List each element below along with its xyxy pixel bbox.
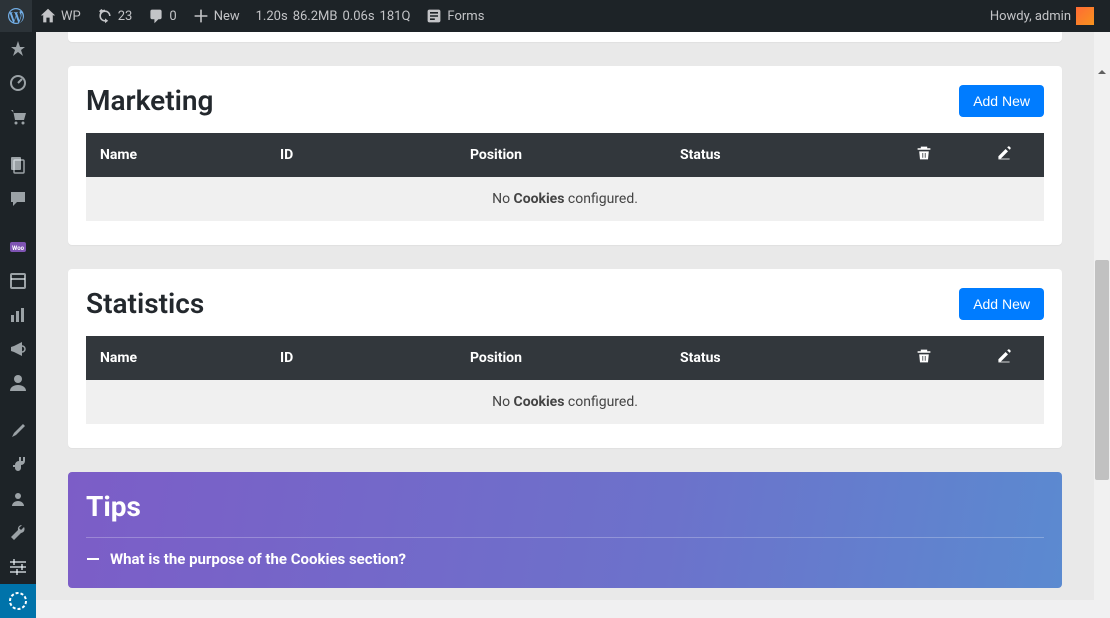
table-head: Name ID Position Status bbox=[86, 133, 1044, 177]
metric-time1: 1.20s bbox=[256, 9, 288, 24]
tips-item-label: What is the purpose of the Cookies secti… bbox=[110, 550, 406, 568]
marketing-panel: Marketing Add New Name ID Position Statu… bbox=[68, 66, 1062, 245]
site-link[interactable]: WP bbox=[32, 0, 89, 32]
sidebar-current[interactable] bbox=[0, 584, 36, 618]
wordpress-icon bbox=[8, 8, 24, 24]
panel-header: Statistics Add New bbox=[86, 287, 1044, 320]
col-edit bbox=[964, 336, 1044, 380]
col-edit bbox=[964, 133, 1044, 177]
statistics-table: Name ID Position Status No Cookies confi… bbox=[86, 336, 1044, 424]
scrollbar-up-icon[interactable] bbox=[1094, 64, 1110, 80]
empty-post: configured. bbox=[564, 191, 637, 207]
sidebar-appearance[interactable] bbox=[0, 414, 36, 448]
tips-divider bbox=[86, 537, 1044, 538]
comments-link[interactable]: 0 bbox=[140, 0, 184, 32]
minus-icon bbox=[86, 552, 100, 566]
col-name: Name bbox=[86, 336, 266, 380]
sidebar-marketing[interactable] bbox=[0, 332, 36, 366]
empty-pre: No bbox=[492, 394, 513, 410]
empty-message: No Cookies configured. bbox=[86, 177, 1044, 221]
content: Marketing Add New Name ID Position Statu… bbox=[36, 32, 1094, 588]
col-status: Status bbox=[666, 336, 884, 380]
sidebar-analytics[interactable] bbox=[0, 298, 36, 332]
col-delete bbox=[884, 336, 964, 380]
main-area: Marketing Add New Name ID Position Statu… bbox=[36, 32, 1094, 600]
updates-count: 23 bbox=[118, 9, 133, 24]
edit-icon bbox=[996, 145, 1012, 161]
sidebar-users[interactable] bbox=[0, 366, 36, 400]
col-name: Name bbox=[86, 133, 266, 177]
comments-count: 0 bbox=[169, 9, 176, 24]
add-new-button[interactable]: Add New bbox=[959, 288, 1044, 320]
col-id: ID bbox=[266, 133, 456, 177]
forms-label: Forms bbox=[447, 9, 484, 24]
sidebar-dashboard[interactable] bbox=[0, 66, 36, 100]
col-position: Position bbox=[456, 336, 666, 380]
prev-panel-edge bbox=[68, 32, 1062, 42]
tips-panel: Tips What is the purpose of the Cookies … bbox=[68, 472, 1062, 588]
table-row-empty: No Cookies configured. bbox=[86, 380, 1044, 424]
new-link[interactable]: New bbox=[185, 0, 248, 32]
panel-title: Statistics bbox=[86, 287, 204, 320]
sidebar-settings[interactable] bbox=[0, 550, 36, 584]
sidebar-cart[interactable] bbox=[0, 100, 36, 134]
panel-title: Marketing bbox=[86, 84, 213, 117]
site-name: WP bbox=[61, 9, 81, 24]
scrollbar-thumb[interactable] bbox=[1095, 260, 1109, 480]
empty-message: No Cookies configured. bbox=[86, 380, 1044, 424]
svg-text:Woo: Woo bbox=[12, 245, 25, 252]
perf-metrics[interactable]: 1.20s 86.2MB 0.06s 181Q bbox=[248, 0, 419, 32]
wordpress-logo[interactable] bbox=[0, 0, 32, 32]
col-status: Status bbox=[666, 133, 884, 177]
col-position: Position bbox=[456, 133, 666, 177]
adminbar-left: WP 23 0 New 1.20s 86.2MB 0.06s 181Q Form… bbox=[0, 0, 492, 32]
refresh-icon bbox=[97, 8, 113, 24]
greeting: Howdy, admin bbox=[990, 9, 1071, 24]
updates-link[interactable]: 23 bbox=[89, 0, 141, 32]
add-new-button[interactable]: Add New bbox=[959, 85, 1044, 117]
sidebar-pages[interactable] bbox=[0, 148, 36, 182]
trash-icon bbox=[916, 348, 932, 364]
home-icon bbox=[40, 8, 56, 24]
empty-post: configured. bbox=[564, 394, 637, 410]
table-row-empty: No Cookies configured. bbox=[86, 177, 1044, 221]
trash-icon bbox=[916, 145, 932, 161]
forms-link[interactable]: Forms bbox=[418, 0, 492, 32]
empty-bold: Cookies bbox=[514, 394, 565, 410]
sidebar-pin[interactable] bbox=[0, 32, 36, 66]
statistics-panel: Statistics Add New Name ID Position Stat… bbox=[68, 269, 1062, 448]
metric-queries: 181Q bbox=[380, 9, 411, 24]
account-link[interactable]: Howdy, admin bbox=[982, 0, 1102, 32]
avatar bbox=[1076, 7, 1094, 25]
adminbar: WP 23 0 New 1.20s 86.2MB 0.06s 181Q Form… bbox=[0, 0, 1110, 32]
tips-title: Tips bbox=[86, 490, 1044, 523]
metric-mem: 86.2MB bbox=[293, 9, 338, 24]
col-id: ID bbox=[266, 336, 456, 380]
table-head: Name ID Position Status bbox=[86, 336, 1044, 380]
sidebar-profile[interactable] bbox=[0, 482, 36, 516]
metric-time2: 0.06s bbox=[342, 9, 374, 24]
form-icon bbox=[426, 8, 442, 24]
sidebar-plugins[interactable] bbox=[0, 448, 36, 482]
sidebar-comments[interactable] bbox=[0, 182, 36, 216]
sidebar-woo[interactable]: Woo bbox=[0, 230, 36, 264]
edit-icon bbox=[996, 348, 1012, 364]
sidebar-templates[interactable] bbox=[0, 264, 36, 298]
panel-header: Marketing Add New bbox=[86, 84, 1044, 117]
admin-sidebar: Woo bbox=[0, 32, 36, 600]
marketing-table: Name ID Position Status No Cookies confi… bbox=[86, 133, 1044, 221]
empty-bold: Cookies bbox=[514, 191, 565, 207]
new-label: New bbox=[214, 9, 240, 24]
plus-icon bbox=[193, 8, 209, 24]
empty-pre: No bbox=[492, 191, 513, 207]
adminbar-right: Howdy, admin bbox=[982, 0, 1110, 32]
col-delete bbox=[884, 133, 964, 177]
tips-accordion-item[interactable]: What is the purpose of the Cookies secti… bbox=[86, 550, 1044, 576]
comment-icon bbox=[148, 8, 164, 24]
sidebar-tools[interactable] bbox=[0, 516, 36, 550]
